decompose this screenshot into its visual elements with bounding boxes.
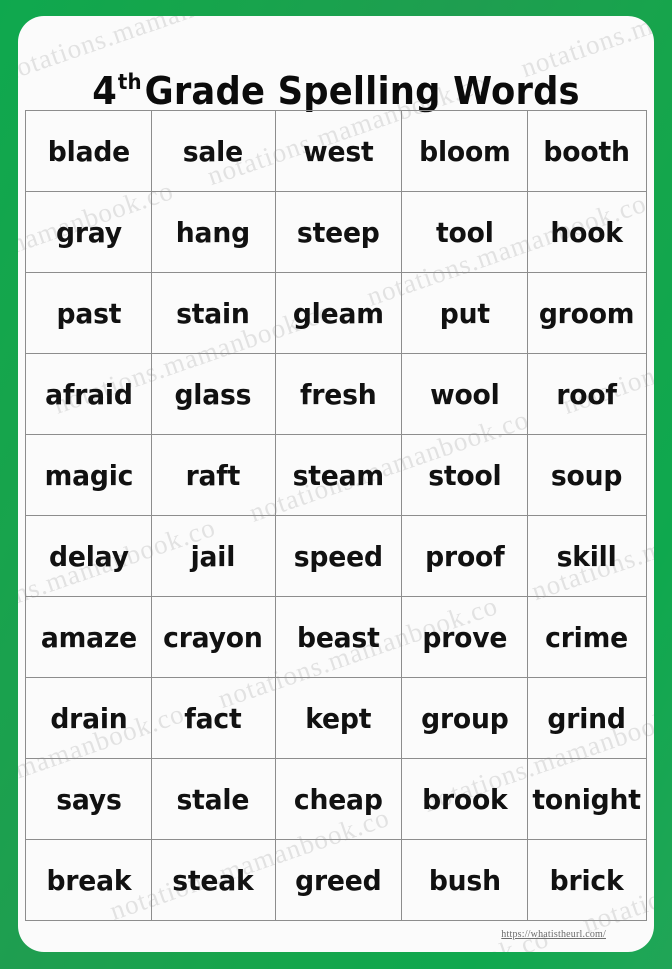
word-cell: steak [153, 839, 273, 921]
word-cell: steam [277, 434, 399, 516]
word-cell: blade [28, 110, 149, 192]
table-row: amaze crayon beast prove crime [26, 596, 647, 678]
title-number: 4 [92, 69, 117, 114]
word-cell: greed [277, 839, 399, 921]
word-cell: glass [153, 353, 273, 435]
word-cell: beast [277, 596, 399, 678]
word-cell: cheap [277, 758, 399, 840]
word-cell: magic [28, 434, 149, 516]
table-row: afraid glass fresh wool roof [26, 353, 647, 435]
table-row: magic raft steam stool soup [26, 434, 647, 516]
word-cell: crime [529, 596, 644, 678]
word-cell: gleam [277, 272, 399, 354]
page-title: 4thGrade Spelling Words [40, 69, 631, 113]
word-cell: booth [529, 110, 644, 192]
word-cell: gray [28, 191, 149, 273]
word-cell: tool [404, 191, 525, 273]
table-row: gray hang steep tool hook [26, 191, 647, 273]
worksheet-green-frame: notations.mamanbook.co notations.mamanboo… [0, 0, 672, 969]
word-cell: grind [529, 677, 644, 759]
word-cell: jail [153, 515, 273, 597]
table-row: past stain gleam put groom [26, 272, 647, 354]
word-cell: brook [404, 758, 525, 840]
word-cell: speed [277, 515, 399, 597]
word-cell: hang [153, 191, 273, 273]
word-cell: soup [529, 434, 644, 516]
title-ordinal-suffix: th [117, 70, 142, 96]
word-cell: break [28, 839, 149, 921]
word-cell: brick [529, 839, 644, 921]
word-cell: sale [153, 110, 273, 192]
word-cell: says [28, 758, 149, 840]
table-row: delay jail speed proof skill [26, 515, 647, 597]
table-row: drain fact kept group grind [26, 677, 647, 759]
word-cell: roof [529, 353, 644, 435]
word-cell: proof [404, 515, 525, 597]
word-cell: put [404, 272, 525, 354]
word-cell: amaze [28, 596, 149, 678]
word-cell: tonight [529, 758, 644, 840]
word-cell: fresh [277, 353, 399, 435]
word-cell: bloom [404, 110, 525, 192]
word-cell: past [28, 272, 149, 354]
word-cell: kept [277, 677, 399, 759]
word-cell: bush [404, 839, 525, 921]
word-cell: groom [529, 272, 644, 354]
word-cell: stool [404, 434, 525, 516]
spelling-word-table: blade sale west bloom booth gray hang steep tool… [25, 110, 647, 921]
word-cell: fact [153, 677, 273, 759]
word-cell: group [404, 677, 525, 759]
word-cell: delay [28, 515, 149, 597]
word-cell: steep [277, 191, 399, 273]
table-row: says stale cheap brook tonight [26, 758, 647, 840]
watermark-text: notations.mamanbook.conotations.mamanboo… [18, 16, 654, 56]
title-rest: Grade Spelling Words [144, 69, 580, 114]
table-row: blade sale west bloom booth [26, 110, 647, 192]
word-table-body: blade sale west bloom booth gray hang steep tool… [26, 110, 647, 921]
footer-source-url[interactable]: https://whatistheurl.com/ [501, 929, 606, 940]
table-row: break steak greed bush brick [26, 839, 647, 921]
word-cell: prove [404, 596, 525, 678]
word-cell: stale [153, 758, 273, 840]
worksheet-card: notations.mamanbook.co notations.mamanboo… [18, 16, 654, 952]
word-cell: afraid [28, 353, 149, 435]
word-cell: hook [529, 191, 644, 273]
word-cell: skill [529, 515, 644, 597]
word-cell: crayon [153, 596, 273, 678]
word-cell: drain [28, 677, 149, 759]
word-cell: west [277, 110, 399, 192]
word-cell: raft [153, 434, 273, 516]
word-cell: wool [404, 353, 525, 435]
word-cell: stain [153, 272, 273, 354]
